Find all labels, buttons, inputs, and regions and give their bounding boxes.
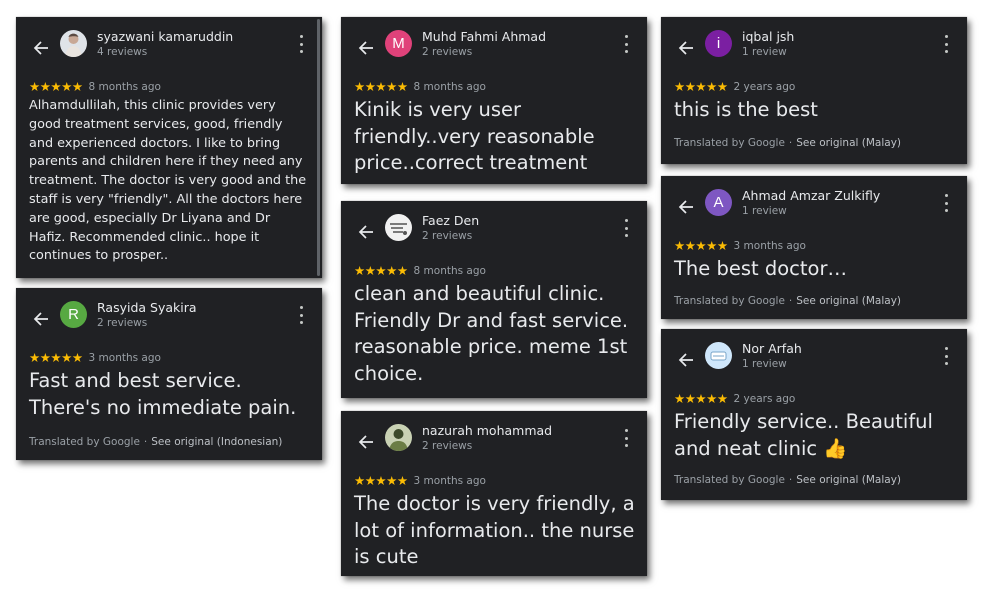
review-card: nazurah mohammad 2 reviews ★★★★★ 3 month… — [341, 411, 647, 576]
review-count: 1 review — [742, 46, 787, 58]
translated-label: Translated by Google — [674, 137, 785, 149]
reviewer-name[interactable]: Faez Den — [422, 213, 479, 228]
reviewer-name[interactable]: nazurah mohammad — [422, 423, 552, 438]
avatar[interactable]: R — [60, 301, 87, 328]
rating-row: ★★★★★ 3 months ago — [674, 238, 806, 253]
review-time: 3 months ago — [88, 351, 161, 364]
review-time: 3 months ago — [413, 474, 486, 487]
avatar[interactable] — [385, 214, 412, 241]
avatar[interactable] — [705, 342, 732, 369]
back-arrow-icon[interactable] — [677, 351, 695, 369]
scrollbar[interactable] — [317, 19, 320, 276]
review-text: this is the best — [674, 98, 818, 121]
star-rating: ★★★★★ — [674, 391, 728, 406]
avatar[interactable]: M — [385, 30, 412, 57]
star-rating: ★★★★★ — [29, 79, 83, 94]
back-arrow-icon[interactable] — [357, 433, 375, 451]
review-card: R Rasyida Syakira 2 reviews ★★★★★ 3 mont… — [16, 288, 322, 460]
review-time: 8 months ago — [413, 264, 486, 277]
translation-note: Translated by Google · See original (Malay… — [674, 137, 901, 149]
star-rating: ★★★★★ — [29, 350, 83, 365]
separator: · — [788, 137, 793, 149]
reviewer-name[interactable]: iqbal jsh — [742, 29, 794, 44]
review-time: 3 months ago — [733, 239, 806, 252]
review-card: i iqbal jsh 1 review ★★★★★ 2 years ago t… — [661, 17, 967, 164]
more-options-icon[interactable] — [941, 194, 951, 212]
more-options-icon[interactable] — [621, 429, 631, 447]
review-card: Nor Arfah 1 review ★★★★★ 2 years ago Fri… — [661, 329, 967, 500]
avatar[interactable]: i — [705, 30, 732, 57]
avatar[interactable] — [385, 424, 412, 451]
rating-row: ★★★★★ 8 months ago — [354, 79, 486, 94]
see-original-link[interactable]: See original (Malay) — [796, 474, 901, 486]
more-options-icon[interactable] — [296, 306, 306, 324]
translation-note: Translated by Google · See original (Indon… — [29, 436, 282, 448]
star-rating: ★★★★★ — [354, 79, 408, 94]
review-count: 2 reviews — [422, 46, 473, 58]
rating-row: ★★★★★ 3 months ago — [29, 350, 161, 365]
review-card: A Ahmad Amzar Zulkifly 1 review ★★★★★ 3 … — [661, 176, 967, 319]
see-original-link[interactable]: See original (Malay) — [796, 295, 901, 307]
review-time: 2 years ago — [733, 80, 796, 93]
separator: · — [788, 295, 793, 307]
review-count: 2 reviews — [422, 230, 473, 242]
review-card: M Muhd Fahmi Ahmad 2 reviews ★★★★★ 8 mon… — [341, 17, 647, 184]
star-rating: ★★★★★ — [354, 473, 408, 488]
translation-note: Translated by Google · See original (Malay… — [674, 474, 901, 486]
more-options-icon[interactable] — [941, 347, 951, 365]
rating-row: ★★★★★ 2 years ago — [674, 79, 795, 94]
review-text: clean and beautiful clinic. Friendly Dr … — [354, 282, 629, 385]
back-arrow-icon[interactable] — [677, 39, 695, 57]
avatar[interactable] — [60, 30, 87, 57]
back-arrow-icon[interactable] — [32, 39, 50, 57]
see-original-link[interactable]: See original (Malay) — [796, 137, 901, 149]
review-text: Kinik is very user friendly..very reason… — [354, 98, 595, 174]
review-time: 8 months ago — [413, 80, 486, 93]
review-count: 1 review — [742, 205, 787, 217]
reviewer-name[interactable]: Rasyida Syakira — [97, 300, 197, 315]
translated-label: Translated by Google — [674, 474, 785, 486]
reviewer-name[interactable]: Ahmad Amzar Zulkifly — [742, 188, 880, 203]
more-options-icon[interactable] — [941, 35, 951, 53]
review-text: The best doctor… — [674, 257, 847, 280]
translated-label: Translated by Google — [674, 295, 785, 307]
reviewer-name[interactable]: Muhd Fahmi Ahmad — [422, 29, 546, 44]
avatar[interactable]: A — [705, 189, 732, 216]
reviewer-name[interactable]: Nor Arfah — [742, 341, 802, 356]
review-text: The doctor is very friendly, a lot of in… — [354, 492, 635, 568]
review-text: Friendly service.. Beautiful and neat cl… — [674, 410, 933, 460]
rating-row: ★★★★★ 3 months ago — [354, 473, 486, 488]
separator: · — [788, 474, 793, 486]
review-card: syazwani kamaruddin 4 reviews ★★★★★ 8 mo… — [16, 17, 322, 278]
back-arrow-icon[interactable] — [357, 223, 375, 241]
separator: · — [143, 436, 148, 448]
review-count: 2 reviews — [422, 440, 473, 452]
review-time: 8 months ago — [88, 80, 161, 93]
rating-row: ★★★★★ 8 months ago — [354, 263, 486, 278]
back-arrow-icon[interactable] — [32, 310, 50, 328]
back-arrow-icon[interactable] — [357, 39, 375, 57]
more-options-icon[interactable] — [621, 35, 631, 53]
review-time: 2 years ago — [733, 392, 796, 405]
star-rating: ★★★★★ — [674, 79, 728, 94]
rating-row: ★★★★★ 2 years ago — [674, 391, 795, 406]
reviewer-name[interactable]: syazwani kamaruddin — [97, 29, 233, 44]
more-options-icon[interactable] — [621, 219, 631, 237]
review-card: Faez Den 2 reviews ★★★★★ 8 months ago cl… — [341, 201, 647, 398]
review-count: 1 review — [742, 358, 787, 370]
back-arrow-icon[interactable] — [677, 198, 695, 216]
review-text: Alhamdullilah, this clinic provides very… — [29, 98, 307, 264]
review-count: 4 reviews — [97, 46, 148, 58]
star-rating: ★★★★★ — [354, 263, 408, 278]
review-count: 2 reviews — [97, 317, 148, 329]
review-text: Fast and best service. There's no immedi… — [29, 369, 297, 419]
more-options-icon[interactable] — [296, 35, 306, 53]
translation-note: Translated by Google · See original (Malay… — [674, 295, 901, 307]
see-original-link[interactable]: See original (Indonesian) — [151, 436, 282, 448]
rating-row: ★★★★★ 8 months ago — [29, 79, 161, 94]
translated-label: Translated by Google — [29, 436, 140, 448]
star-rating: ★★★★★ — [674, 238, 728, 253]
